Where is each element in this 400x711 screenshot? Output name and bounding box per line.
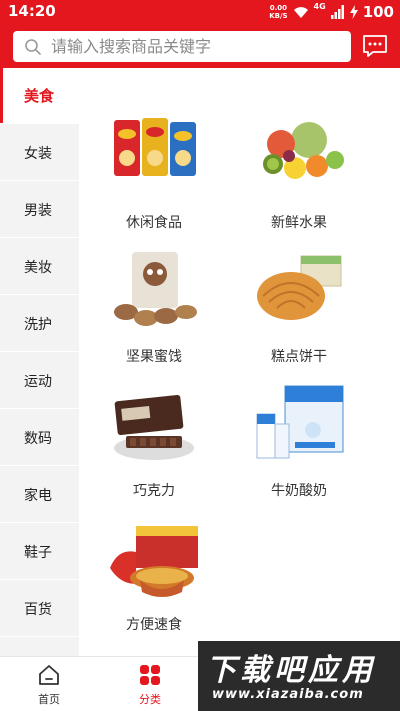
watermark-logo: 下载吧应用 www.xiazaiba.com	[198, 641, 400, 711]
sidebar-item-appliances[interactable]: 家电	[0, 467, 79, 523]
battery-level: 100	[362, 3, 394, 21]
sidebar-item-label: 男装	[24, 202, 52, 219]
sidebar-item-label: 百货	[24, 601, 52, 618]
category-label: 方便速食	[126, 617, 182, 633]
sidebar-item-label: 运动	[24, 373, 52, 390]
nav-category[interactable]: 分类	[115, 663, 185, 709]
nav-category-label: 分类	[139, 693, 161, 706]
category-label: 牛奶酸奶	[271, 483, 327, 499]
network-type: 4G	[313, 2, 326, 11]
network-speed-value: 0.00	[269, 4, 287, 12]
sidebar-item-womens[interactable]: 女装	[0, 125, 79, 181]
wifi-icon	[293, 7, 308, 18]
noodles-icon	[110, 526, 198, 597]
nuts-icon	[114, 252, 197, 326]
category-label: 糕点饼干	[271, 349, 327, 365]
chocolate-icon	[114, 394, 194, 460]
charging-icon	[349, 5, 358, 19]
sidebar-item-label: 鞋子	[24, 544, 52, 561]
sidebar-item-label: 女装	[24, 145, 52, 162]
fruit-icon	[263, 122, 344, 179]
category-nuts[interactable]: 坚果蜜饯	[79, 250, 229, 380]
search-icon	[21, 35, 45, 59]
status-indicators: 0.00 KB/S 4G 100	[269, 2, 394, 22]
category-dairy[interactable]: 牛奶酸奶	[224, 384, 374, 514]
milk-icon	[256, 385, 344, 459]
sidebar-item-shoes[interactable]: 鞋子	[0, 524, 79, 580]
sidebar-item-sports[interactable]: 运动	[0, 353, 79, 409]
signal-icon	[330, 5, 344, 19]
sidebar-item-label: 美妆	[24, 259, 52, 276]
sidebar-item-label: 美食	[24, 87, 55, 105]
category-label: 巧克力	[133, 483, 175, 499]
home-icon	[39, 665, 59, 685]
category-chocolate[interactable]: 巧克力	[79, 384, 229, 514]
category-grid: 休闲食品 新鲜水果 坚果蜜饯 糕点饼干 巧克力 牛奶酸奶 方便速食	[79, 68, 400, 656]
category-fruit[interactable]: 新鲜水果	[224, 116, 374, 246]
category-pastry[interactable]: 糕点饼干	[224, 250, 374, 380]
category-sidebar: 美食 女装 男装 美妆 洗护 运动 数码 家电 鞋子 百货	[0, 68, 79, 656]
search-input[interactable]	[51, 37, 341, 56]
sidebar-item-food[interactable]: 美食	[0, 68, 79, 124]
sidebar-item-beauty[interactable]: 美妆	[0, 239, 79, 295]
sidebar-item-digital[interactable]: 数码	[0, 410, 79, 466]
header: 14:20 0.00 KB/S 4G 100 请输入搜索商品关键字	[0, 0, 400, 68]
chips-icon	[114, 118, 196, 176]
nav-home[interactable]: 首页	[14, 663, 84, 709]
watermark-title: 下载吧应用	[206, 653, 376, 688]
search-bar[interactable]	[13, 31, 351, 62]
status-bar: 14:20 0.00 KB/S 4G 100	[0, 0, 400, 24]
category-snacks[interactable]: 休闲食品	[79, 116, 229, 246]
network-speed-unit: KB/S	[269, 12, 288, 20]
category-label: 坚果蜜饯	[126, 349, 182, 365]
message-icon[interactable]	[362, 34, 388, 58]
app-screen: 14:20 0.00 KB/S 4G 100 请输入搜索商品关键字 美食 女装 …	[0, 0, 400, 711]
bread-icon	[257, 255, 342, 320]
watermark-url: www.xiazaiba.com	[212, 687, 364, 702]
sidebar-item-label: 洗护	[24, 316, 52, 333]
sidebar-item-general[interactable]: 百货	[0, 581, 79, 637]
category-icon	[140, 665, 160, 685]
category-label: 休闲食品	[126, 215, 182, 231]
category-instant-food[interactable]: 方便速食	[79, 518, 229, 648]
sidebar-item-care[interactable]: 洗护	[0, 296, 79, 352]
status-time: 14:20	[8, 2, 56, 20]
nav-home-label: 首页	[38, 693, 60, 706]
sidebar-item-label: 数码	[24, 430, 52, 447]
sidebar-item-label: 家电	[24, 487, 52, 504]
category-label: 新鲜水果	[271, 215, 327, 231]
sidebar-item-mens[interactable]: 男装	[0, 182, 79, 238]
network-speed: 0.00 KB/S	[269, 4, 287, 20]
